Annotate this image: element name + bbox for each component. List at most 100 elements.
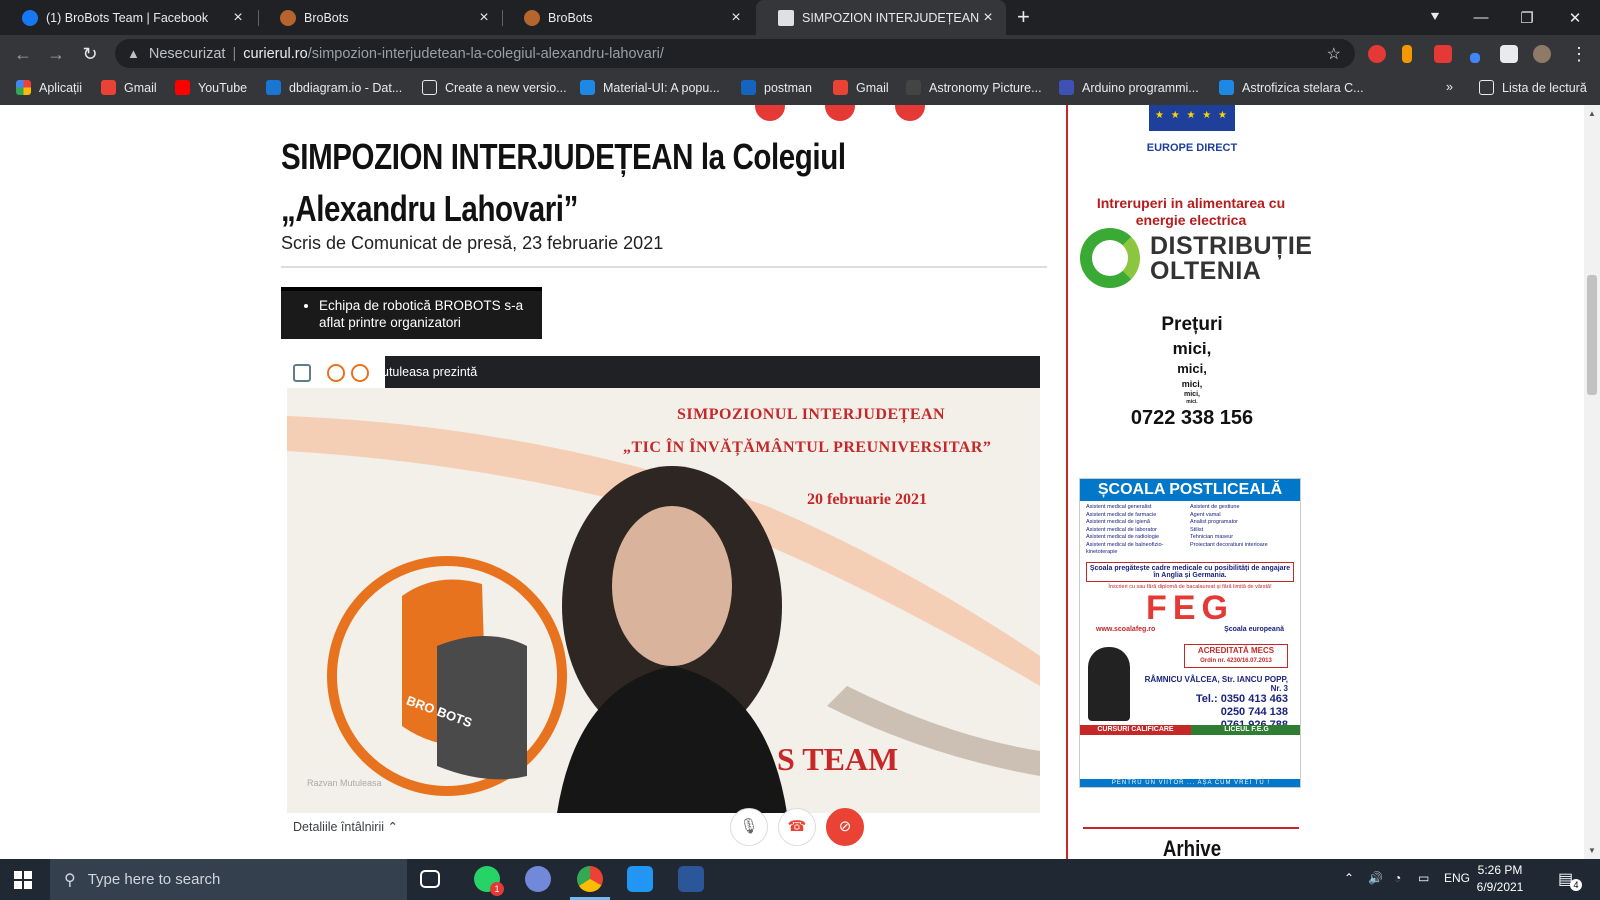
tray-chevron-icon[interactable]: ⌃ (1344, 871, 1354, 885)
close-tab-icon[interactable]: × (728, 9, 744, 27)
tab-brobots-2[interactable]: BroBots × (502, 0, 754, 35)
notification-center-icon[interactable]: ▤ 4 (1558, 869, 1582, 891)
task-view-icon[interactable] (420, 870, 440, 888)
bookmark-youtube[interactable]: YouTube (175, 80, 247, 95)
scroll-down-icon[interactable]: ▼ (1588, 846, 1596, 855)
url-path: /simpozion-interjudetean-la-colegiul-ale… (307, 45, 664, 62)
price-line: mici, (1184, 391, 1200, 398)
record-icon (351, 364, 369, 382)
back-button[interactable]: ← (10, 41, 36, 67)
extension-pen-icon[interactable] (1470, 53, 1480, 63)
scroll-up-icon[interactable]: ▲ (1588, 109, 1596, 118)
brobots-icon (524, 9, 540, 26)
ad-accreditation: ACREDITATĂ MECS Ordin nr. 4230/16.07.201… (1184, 644, 1288, 668)
bookmark-material-ui[interactable]: Material-UI: A popu... (580, 80, 720, 95)
word-icon[interactable] (678, 866, 704, 892)
discord-icon[interactable] (525, 866, 551, 892)
bookmark-gmail[interactable]: Gmail (101, 80, 157, 95)
bookmark-postman[interactable]: postman (741, 80, 812, 95)
tab-brobots-1[interactable]: BroBots × (258, 0, 502, 35)
tab-simpozion[interactable]: SIMPOZION INTERJUDEȚEAN la C × (756, 0, 1006, 35)
hang-up-button[interactable]: ☎ (778, 808, 816, 846)
microphone-button[interactable]: 🎙 (730, 808, 768, 846)
tab-title: (1) BroBots Team | Facebook (46, 10, 209, 25)
bookmark-label: Astronomy Picture... (929, 80, 1042, 95)
archive-heading: Arhive (1162, 836, 1222, 859)
bookmark-apps[interactable]: Aplicații (16, 80, 82, 95)
distribution-logo-text: DISTRIBUȚIE OLTENIA (1150, 234, 1312, 284)
taskbar-clock[interactable]: 5:26 PM 6/9/2021 (1470, 862, 1530, 896)
whatsapp-icon[interactable]: 1 (474, 866, 504, 896)
vscode-icon[interactable] (627, 866, 653, 892)
curierul-icon (778, 9, 794, 26)
course-item: Asistent medical de farmacie (1086, 511, 1157, 518)
forward-button[interactable]: → (43, 41, 69, 67)
page-scrollbar[interactable]: ▲ ▼ (1584, 105, 1600, 859)
distributie-oltenia-logo[interactable]: DISTRIBUȚIE OLTENIA (1080, 228, 1312, 290)
battery-icon[interactable]: ▭ (1418, 871, 1429, 885)
tab-title: BroBots (548, 10, 593, 25)
reading-list[interactable]: Lista de lectură (1479, 80, 1587, 95)
ad-footer: PENTRU UN VIITOR ... AȘA CUM VREI TU ! (1080, 779, 1300, 787)
language-indicator[interactable]: ENG (1444, 871, 1470, 885)
minimize-button[interactable]: — (1458, 0, 1504, 35)
graduate-figure-icon (1088, 647, 1130, 721)
europe-direct-label[interactable]: EUROPE DIRECT (1110, 142, 1274, 154)
profile-avatar[interactable] (1533, 45, 1551, 63)
new-tab-button[interactable]: + (1017, 4, 1030, 30)
chrome-icon[interactable] (577, 866, 603, 892)
scrollbar-thumb[interactable] (1587, 275, 1597, 395)
bookmark-dbdiagram[interactable]: dbdiagram.io - Dat... (266, 80, 402, 95)
social-icon[interactable] (895, 105, 925, 121)
school-ad-banner[interactable]: ȘCOALA POSTLICEALĂ Asistent medical gene… (1079, 478, 1301, 788)
close-tab-icon[interactable]: × (476, 9, 492, 27)
bookmark-arduino[interactable]: Arduino programmi... (1059, 80, 1199, 95)
reload-button[interactable]: ↻ (77, 41, 103, 67)
restore-button[interactable]: ❐ (1504, 0, 1550, 35)
bookmarks-bar: Aplicații Gmail YouTube dbdiagram.io - D… (0, 72, 1600, 105)
ad-courses-left: Asistent medical generalist Asistent med… (1086, 504, 1190, 557)
bookmark-label: Arduino programmi... (1082, 80, 1199, 95)
outage-notice[interactable]: Intreruperi in alimentarea cu energie el… (1085, 195, 1297, 229)
presenter-text: utuleasa prezintă (382, 365, 478, 379)
course-item: Asistent medical de balneofizio-kinetote… (1086, 541, 1164, 556)
bookmark-astro[interactable]: Astrofizica stelara C... (1219, 80, 1364, 95)
whatsapp-badge: 1 (490, 882, 504, 896)
prices-ad[interactable]: Prețuri mici, mici, mici, mici, mici. (1110, 312, 1274, 406)
wifi-icon[interactable]: ◔ (1394, 871, 1401, 885)
bookmark-apod[interactable]: Astronomy Picture... (906, 80, 1042, 95)
eu-flag-logo[interactable]: ★ ★ ★ ★ ★ (1149, 105, 1235, 131)
extension-orange-icon[interactable] (1402, 45, 1412, 63)
extensions-puzzle-icon[interactable] (1500, 45, 1518, 63)
camera-off-button[interactable]: ⊘ (826, 808, 864, 846)
notification-count: 4 (1570, 879, 1582, 891)
close-tab-icon[interactable]: × (230, 9, 246, 27)
apod-icon (906, 80, 921, 95)
ad-bottom-right: LICEUL F.E.G (1191, 725, 1300, 735)
tab-facebook[interactable]: (1) BroBots Team | Facebook × (0, 0, 256, 35)
extension-red-icon[interactable] (1368, 45, 1386, 63)
bookmark-create-version[interactable]: Create a new versio... (422, 80, 567, 95)
close-tab-icon[interactable]: × (980, 9, 996, 27)
url-host: curierul.ro (243, 45, 308, 62)
profile-menu-icon[interactable]: ⯆ (1412, 0, 1458, 35)
bookmarks-overflow-icon[interactable]: » (1446, 80, 1453, 94)
browser-toolbar: ← → ↻ ▲ Nesecurizat | curierul.ro /simpo… (0, 35, 1600, 72)
social-icon[interactable] (825, 105, 855, 121)
windows-start-icon[interactable] (14, 871, 32, 889)
social-icon[interactable] (755, 105, 785, 121)
course-item: Agent vamal (1190, 511, 1221, 518)
close-window-button[interactable]: ✕ (1552, 0, 1598, 35)
course-item: Asistent medical de igienă (1086, 519, 1150, 525)
prices-phone[interactable]: 0722 338 156 (1110, 407, 1274, 430)
chrome-menu-icon[interactable]: ⋮ (1566, 41, 1592, 67)
distribution-logo-icon (1080, 228, 1140, 288)
address-bar[interactable]: ▲ Nesecurizat | curierul.ro /simpozion-i… (115, 39, 1355, 68)
meeting-details-button[interactable]: Detaliile întâlnirii ⌃ (293, 819, 398, 834)
bookmark-star-icon[interactable]: ☆ (1327, 44, 1341, 64)
bookmark-gmail-2[interactable]: Gmail (833, 80, 889, 95)
taskbar-search[interactable]: ⚲ Type here to search (50, 859, 407, 900)
volume-icon[interactable]: 🔊 (1368, 871, 1383, 885)
bookmark-label: YouTube (198, 80, 248, 95)
extension-media-icon[interactable] (1434, 45, 1452, 63)
